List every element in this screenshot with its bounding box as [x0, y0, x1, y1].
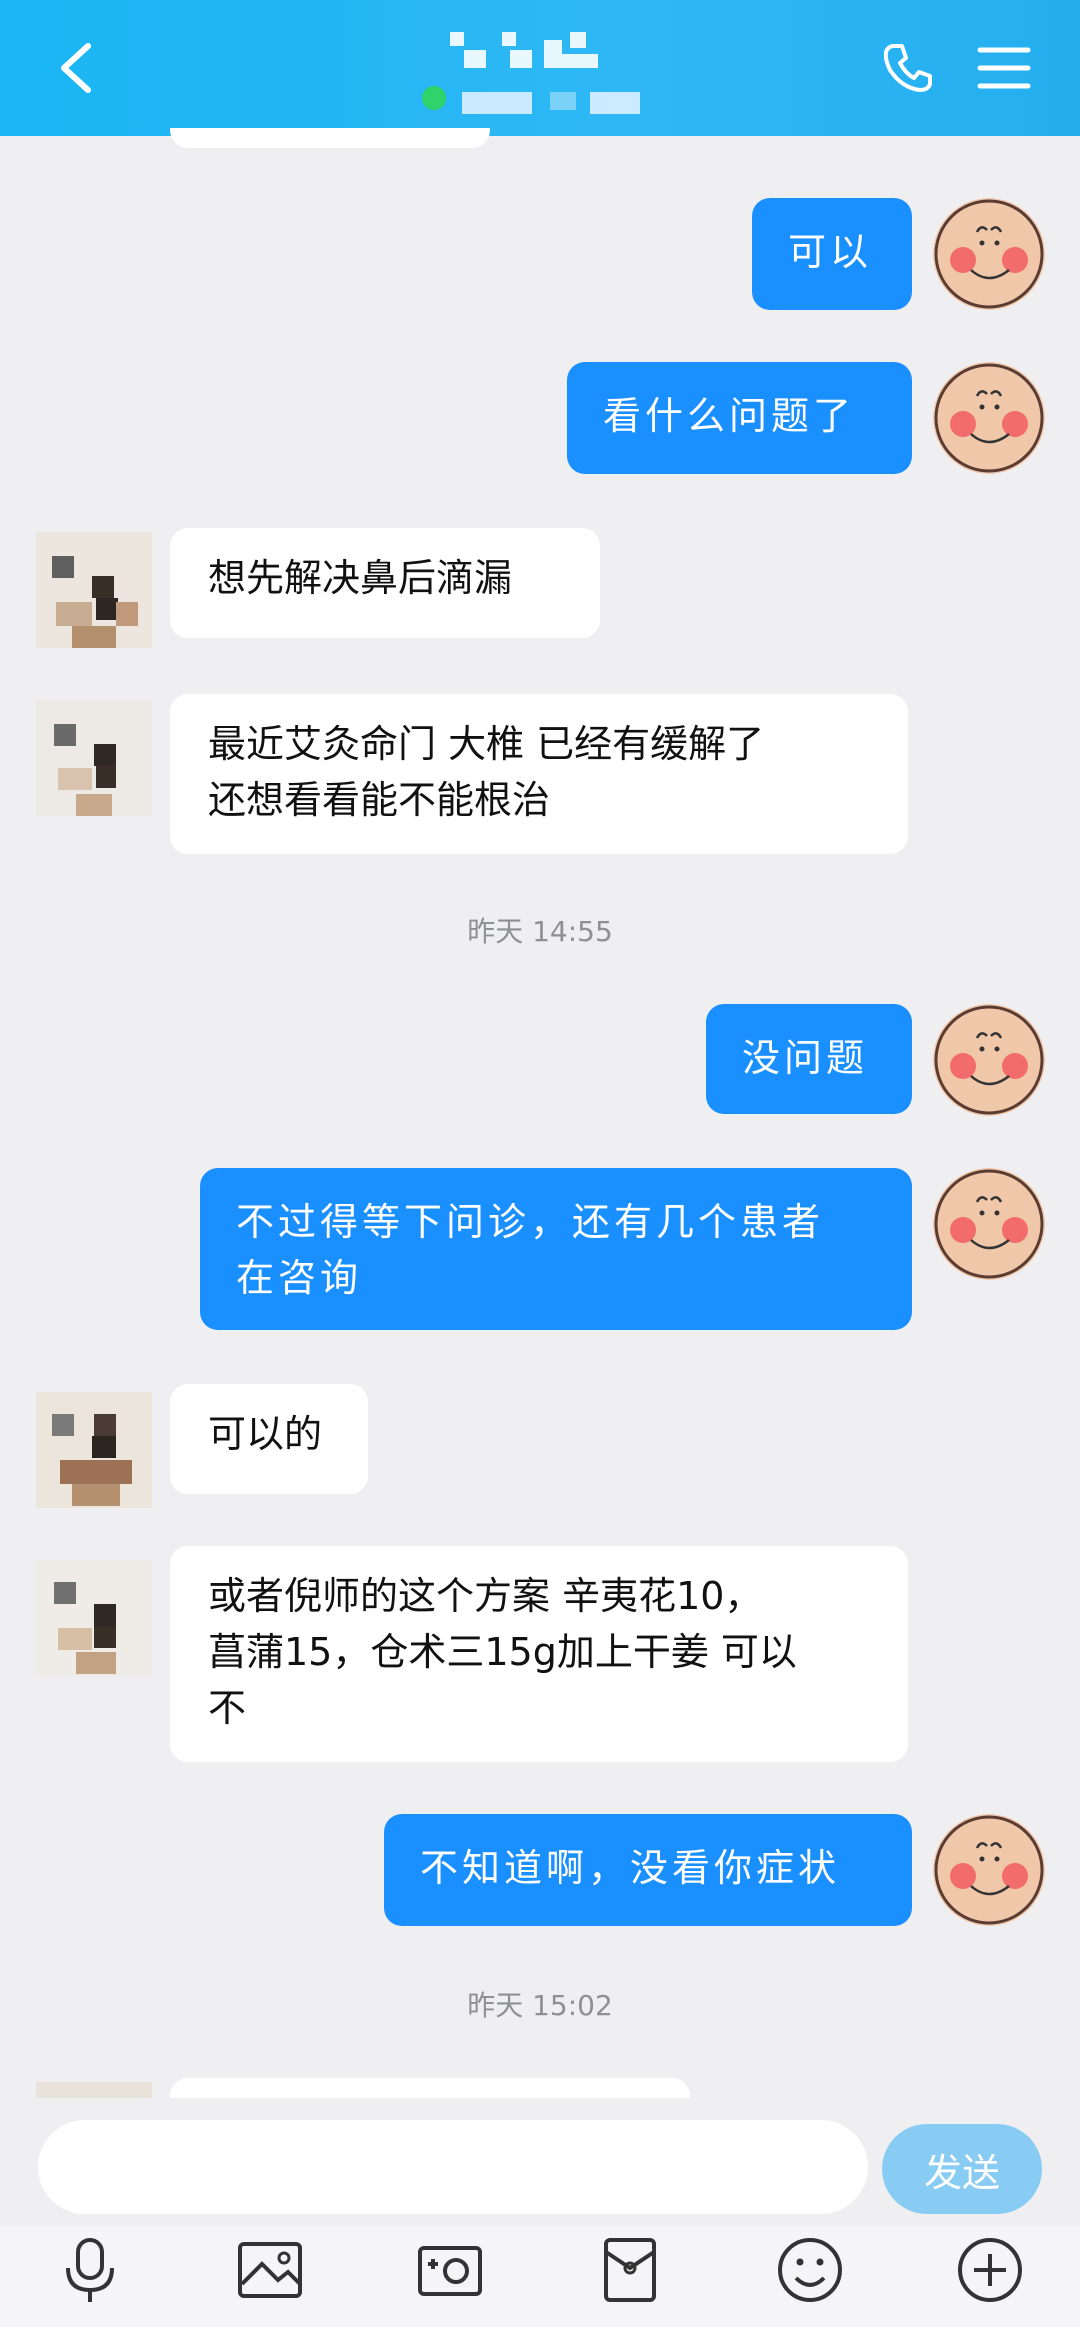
message-bubble-incoming[interactable]: 想先解决鼻后滴漏 — [170, 528, 600, 638]
message-bubble-outgoing[interactable]: 不知道啊，没看你症状 — [384, 1814, 912, 1926]
message-text-line: 在咨询 — [236, 1256, 363, 1300]
message-text: 没问题 — [742, 1036, 869, 1080]
timestamp-divider: 昨天 14:55 — [467, 915, 613, 948]
message-text-line: 还想看看能不能根治 — [208, 778, 551, 822]
message-text-line: 不过得等下问诊，还有几个患者 — [236, 1200, 825, 1244]
emoji-icon[interactable] — [774, 2234, 846, 2306]
user-avatar[interactable] — [933, 362, 1045, 474]
message-bubble-outgoing[interactable]: 看什么问题了 — [567, 362, 912, 474]
user-avatar[interactable] — [933, 198, 1045, 310]
online-status-dot — [422, 86, 446, 110]
timestamp-divider: 昨天 15:02 — [467, 1989, 613, 2022]
user-avatar[interactable] — [933, 1168, 1045, 1280]
message-bubble-outgoing[interactable]: 可以 — [752, 198, 912, 310]
message-bubble-incoming[interactable]: 或者倪师的这个方案 辛夷花10， 菖蒲15，仓术三15g加上干姜 可以 不 — [170, 1546, 908, 1762]
microphone-icon[interactable] — [54, 2234, 126, 2306]
message-text: 想先解决鼻后滴漏 — [208, 556, 513, 600]
hamburger-menu-icon[interactable] — [976, 40, 1032, 96]
cut-off-message-bubble — [170, 128, 490, 148]
message-bubble-incoming[interactable]: 可以的 — [170, 1384, 368, 1494]
contact-avatar-obscured[interactable] — [36, 532, 152, 648]
contact-avatar-obscured[interactable] — [36, 700, 152, 816]
contact-avatar-obscured[interactable] — [36, 1392, 152, 1508]
image-icon[interactable] — [234, 2234, 306, 2306]
contact-name-obscured — [440, 28, 640, 76]
message-text-line: 不 — [208, 1686, 247, 1730]
message-text: 不知道啊，没看你症状 — [420, 1846, 841, 1890]
chat-header — [0, 0, 1080, 136]
contact-status-obscured — [462, 88, 652, 114]
message-text: 可以的 — [208, 1412, 323, 1456]
phone-icon[interactable] — [880, 40, 936, 96]
send-button[interactable]: 发送 — [882, 2124, 1042, 2214]
message-text-line: 菖蒲15，仓术三15g加上干姜 可以 — [208, 1630, 797, 1674]
message-bubble-outgoing[interactable]: 没问题 — [706, 1004, 912, 1114]
message-text-line: 或者倪师的这个方案 辛夷花10， — [208, 1574, 763, 1618]
red-packet-icon[interactable] — [594, 2234, 666, 2306]
message-text: 看什么问题了 — [603, 394, 856, 438]
input-toolbar — [0, 2226, 1080, 2327]
user-avatar[interactable] — [933, 1814, 1045, 1926]
camera-icon[interactable] — [414, 2234, 486, 2306]
message-bubble-incoming[interactable]: 最近艾灸命门 大椎 已经有缓解了 还想看看能不能根治 — [170, 694, 908, 854]
user-avatar[interactable] — [933, 1004, 1045, 1116]
message-input[interactable] — [38, 2120, 868, 2214]
plus-icon[interactable] — [954, 2234, 1026, 2306]
message-text-line: 最近艾灸命门 大椎 已经有缓解了 — [208, 722, 765, 766]
message-text: 可以 — [788, 230, 873, 274]
chevron-left-icon[interactable] — [52, 40, 102, 96]
contact-avatar-obscured[interactable] — [36, 1560, 152, 1676]
message-bubble-outgoing[interactable]: 不过得等下问诊，还有几个患者 在咨询 — [200, 1168, 912, 1330]
